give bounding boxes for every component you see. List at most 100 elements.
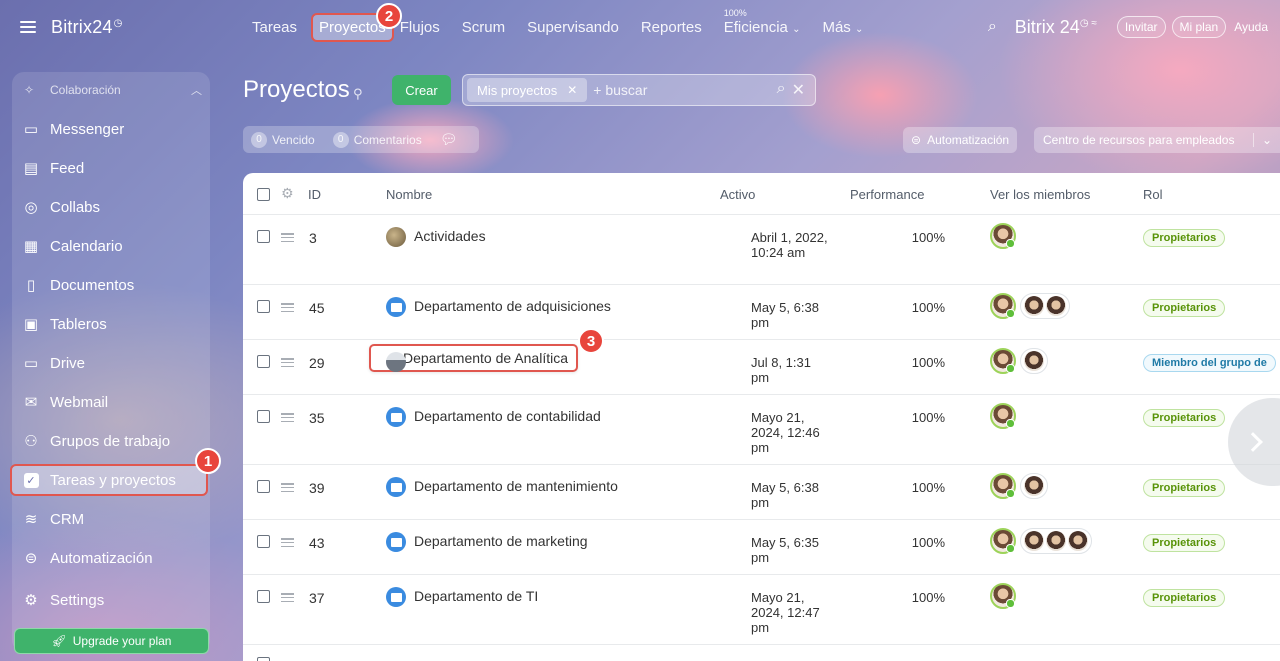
table-row[interactable]: 29 Departamento de Analítica Jul 8, 1:31 p… (243, 340, 1280, 395)
close-icon[interactable]: ✕ (792, 80, 805, 100)
drag-handle-icon[interactable] (281, 483, 294, 492)
avatar[interactable] (1024, 531, 1044, 551)
project-name-link[interactable]: Departamento de contabilidad (414, 408, 601, 424)
nav-reportes[interactable]: Reportes (641, 19, 702, 36)
menu-hamburger-icon[interactable] (20, 21, 36, 33)
table-row[interactable]: 35 Departamento de contabilidad Mayo 21, 2… (243, 395, 1280, 465)
nav-scrum[interactable]: Scrum (462, 19, 505, 36)
table-row[interactable] (243, 645, 1280, 661)
header-members[interactable]: Ver los miembros (990, 187, 1090, 202)
sidebar-item-7[interactable]: ✉ Webmail (12, 386, 210, 418)
members-avatars[interactable] (990, 528, 1092, 554)
drag-handle-icon[interactable] (281, 413, 294, 422)
nav-tareas[interactable]: Tareas (252, 19, 297, 36)
owner-avatar[interactable] (990, 528, 1016, 554)
avatar[interactable] (1024, 296, 1044, 316)
drag-handle-icon[interactable] (281, 303, 294, 312)
row-checkbox[interactable] (257, 410, 270, 423)
project-name-link[interactable]: Departamento de TI (414, 588, 538, 604)
table-row[interactable]: 39 Departamento de mantenimiento May 5, 6:… (243, 465, 1280, 520)
row-checkbox[interactable] (257, 300, 270, 313)
overdue-filter[interactable]: 0 Vencido (251, 131, 315, 148)
nav-supervisando[interactable]: Supervisando (527, 19, 619, 36)
header-performance[interactable]: Performance (850, 187, 924, 202)
members-avatars[interactable] (990, 473, 1048, 499)
sidebar-item-11[interactable]: ⊜ Automatización (12, 542, 210, 574)
row-checkbox[interactable] (257, 355, 270, 368)
drag-handle-icon[interactable] (281, 538, 294, 547)
sidebar-item-3[interactable]: ▦ Calendario (12, 230, 210, 262)
sidebar-item-1[interactable]: ▤ Feed (12, 152, 210, 184)
pin-icon[interactable]: ⚲ (353, 86, 363, 102)
avatar[interactable] (1068, 531, 1088, 551)
sidebar-item-4[interactable]: ▯ Documentos (12, 269, 210, 301)
nav-mas[interactable]: Más ⌄ (822, 19, 863, 36)
owner-avatar[interactable] (990, 348, 1016, 374)
owner-avatar[interactable] (990, 403, 1016, 429)
row-checkbox[interactable] (257, 480, 270, 493)
drag-handle-icon[interactable] (281, 358, 294, 367)
table-row[interactable]: 45 Departamento de adquisiciones May 5, 6:… (243, 285, 1280, 340)
search-icon[interactable]: ⌕ (777, 80, 786, 100)
sidebar-item-2[interactable]: ◎ Collabs (12, 191, 210, 223)
sidebar-item-12[interactable]: ⚙ Settings (12, 584, 210, 616)
comments-read-icon[interactable]: 💬︎ (440, 131, 458, 148)
members-avatars[interactable] (990, 583, 1016, 609)
members-avatars[interactable] (990, 403, 1016, 429)
row-checkbox[interactable] (257, 590, 270, 603)
my-plan-button[interactable]: Mi plan (1171, 16, 1227, 38)
select-all-checkbox[interactable] (257, 188, 270, 201)
avatar[interactable] (1024, 351, 1044, 371)
table-row[interactable]: 37 Departamento de TI Mayo 21, 2024, 12:47… (243, 575, 1280, 645)
filter-chip[interactable]: Mis proyectos ✕ (467, 78, 588, 102)
table-row[interactable]: 43 Departamento de marketing May 5, 6:35 p… (243, 520, 1280, 575)
project-name-link[interactable]: Departamento de adquisiciones (414, 298, 611, 314)
table-row[interactable]: 3 Actividades Abril 1, 2022, 10:24 am 100% P… (243, 215, 1280, 285)
nav-eficiencia[interactable]: 100% Eficiencia ⌄ (724, 8, 801, 36)
avatar[interactable] (1046, 531, 1066, 551)
sidebar-item-5[interactable]: ▣ Tableros (12, 308, 210, 340)
sidebar-item-0[interactable]: ▭ Messenger (12, 113, 210, 145)
owner-avatar[interactable] (990, 473, 1016, 499)
avatar[interactable] (1024, 476, 1044, 496)
project-name-link[interactable]: Actividades (414, 228, 486, 244)
help-link[interactable]: Ayuda (1234, 20, 1268, 34)
members-avatars[interactable] (990, 223, 1016, 249)
drag-handle-icon[interactable] (281, 593, 294, 602)
row-checkbox[interactable] (257, 657, 270, 661)
members-avatars[interactable] (990, 293, 1070, 319)
menu-section-header[interactable]: ✧ Colaboración ︿ (24, 83, 202, 97)
upgrade-plan-button[interactable]: 🚀︎ Upgrade your plan (14, 628, 209, 654)
search-input[interactable] (593, 82, 754, 98)
owner-avatar[interactable] (990, 583, 1016, 609)
sidebar-item-10[interactable]: ≋ CRM (12, 503, 210, 535)
bitrix-logo-right[interactable]: Bitrix 24◷ ≈ (1015, 17, 1097, 38)
create-button[interactable]: Crear (392, 75, 451, 105)
header-name[interactable]: Nombre (386, 187, 432, 202)
invite-button[interactable]: Invitar (1116, 16, 1166, 38)
project-name-link[interactable]: Departamento de mantenimiento (414, 478, 618, 494)
nav-flujos[interactable]: Flujos (400, 19, 440, 36)
row-checkbox[interactable] (257, 535, 270, 548)
sidebar-item-9[interactable]: ✓ Tareas y proyectos (10, 464, 208, 496)
header-role[interactable]: Rol (1143, 187, 1163, 202)
member-avatar-group[interactable] (1020, 473, 1048, 499)
resource-center-button[interactable]: Centro de recursos para empleados ⌄ (1034, 127, 1280, 153)
chevron-up-icon[interactable]: ︿ (191, 82, 202, 98)
automation-button[interactable]: ⊜ Automatización (903, 127, 1018, 153)
close-icon[interactable]: ✕ (567, 83, 577, 97)
sidebar-item-8[interactable]: ⚇ Grupos de trabajo (12, 425, 210, 457)
member-avatar-group[interactable] (1020, 348, 1048, 374)
member-avatar-group[interactable] (1020, 528, 1092, 554)
owner-avatar[interactable] (990, 293, 1016, 319)
owner-avatar[interactable] (990, 223, 1016, 249)
member-avatar-group[interactable] (1020, 293, 1070, 319)
header-id[interactable]: ID (308, 187, 321, 202)
sidebar-item-6[interactable]: ▭ Drive (12, 347, 210, 379)
header-active[interactable]: Activo (720, 187, 755, 202)
search-icon[interactable]: ⌕ (988, 18, 997, 36)
gear-icon[interactable]: ⚙ (281, 185, 294, 202)
drag-handle-icon[interactable] (281, 233, 294, 242)
row-checkbox[interactable] (257, 230, 270, 243)
project-name-link[interactable]: Departamento de marketing (414, 533, 588, 549)
